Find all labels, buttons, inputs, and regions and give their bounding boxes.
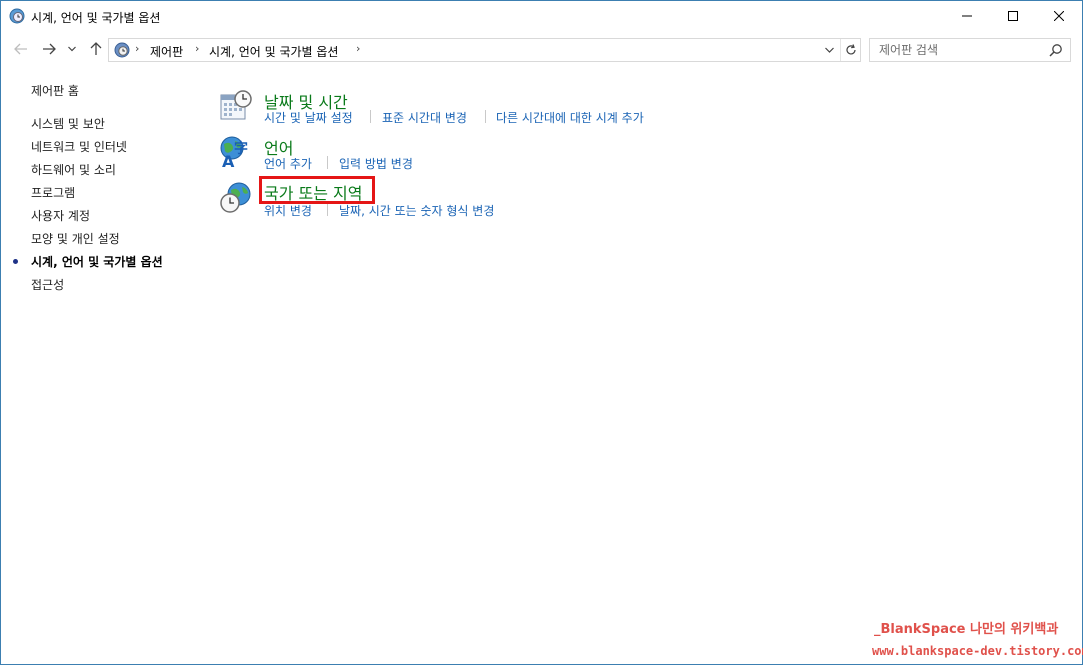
breadcrumb-chevron-icon[interactable]: ›	[135, 42, 139, 55]
search-box[interactable]	[869, 38, 1071, 62]
maximize-button[interactable]	[990, 1, 1036, 31]
search-input[interactable]	[870, 39, 1040, 61]
recent-locations-chevron-icon[interactable]	[65, 40, 79, 58]
breadcrumb-chevron-icon[interactable]: ›	[356, 42, 360, 55]
minimize-button[interactable]	[944, 1, 990, 31]
link-add-language[interactable]: 언어 추가	[264, 155, 312, 172]
sidebar-item-appearance-personalization[interactable]: 모양 및 개인 설정	[31, 230, 120, 247]
clock-globe-icon	[9, 8, 25, 24]
breadcrumb-chevron-icon[interactable]: ›	[195, 42, 199, 55]
sidebar-item-programs[interactable]: 프로그램	[31, 184, 75, 201]
refresh-icon[interactable]	[840, 39, 861, 61]
sidebar-item-ease-of-access[interactable]: 접근성	[31, 276, 64, 293]
up-arrow-icon[interactable]	[87, 40, 105, 58]
breadcrumb-control-panel[interactable]: 제어판	[150, 43, 183, 60]
sidebar-item-clock-language-region: 시계, 언어 및 국가별 옵션	[31, 255, 163, 269]
window-title: 시계, 언어 및 국가별 옵션	[31, 11, 161, 25]
link-set-time-date[interactable]: 시간 및 날짜 설정	[264, 109, 353, 126]
highlight-annotation-box	[259, 176, 375, 204]
language-globe-icon[interactable]: A 字	[219, 135, 253, 171]
sidebar-item-network-internet[interactable]: 네트워크 및 인터넷	[31, 138, 127, 155]
forward-arrow-icon[interactable]	[40, 40, 58, 58]
control-panel-icon	[114, 42, 130, 58]
search-icon[interactable]	[1049, 43, 1063, 57]
calendar-clock-icon[interactable]	[219, 89, 253, 123]
sidebar-item-user-accounts[interactable]: 사용자 계정	[31, 207, 90, 224]
watermark-title: _BlankSpace 나만의 위키백과	[874, 622, 1059, 637]
address-bar[interactable]: › 제어판 › 시계, 언어 및 국가별 옵션 ›	[108, 38, 861, 62]
link-separator	[327, 203, 328, 216]
sidebar-item-system-security[interactable]: 시스템 및 보안	[31, 115, 105, 132]
back-arrow-icon[interactable]	[12, 40, 30, 58]
link-add-clocks-time-zones[interactable]: 다른 시간대에 대한 시계 추가	[496, 109, 644, 126]
link-separator	[370, 110, 371, 123]
sidebar-home-link[interactable]: 제어판 홈	[31, 82, 79, 99]
globe-clock-icon[interactable]	[219, 181, 253, 215]
link-change-time-zone[interactable]: 표준 시간대 변경	[382, 109, 467, 126]
link-change-location[interactable]: 위치 변경	[264, 202, 312, 219]
link-change-input-methods[interactable]: 입력 방법 변경	[339, 155, 413, 172]
title-bar: 시계, 언어 및 국가별 옵션	[1, 1, 1082, 31]
sidebar-item-hardware-sound[interactable]: 하드웨어 및 소리	[31, 161, 116, 178]
svg-text:字: 字	[234, 140, 248, 157]
breadcrumb-clock-language-region[interactable]: 시계, 언어 및 국가별 옵션	[209, 43, 338, 60]
control-panel-window: 시계, 언어 및 국가별 옵션 › 제어판 › 시계, 언어 및 국가별 옵션 …	[0, 0, 1083, 665]
address-dropdown-icon[interactable]	[819, 39, 839, 61]
link-change-date-time-number-formats[interactable]: 날짜, 시간 또는 숫자 형식 변경	[339, 202, 494, 219]
active-item-bullet-icon	[13, 259, 18, 264]
navigation-bar: › 제어판 › 시계, 언어 및 국가별 옵션 ›	[1, 35, 1082, 63]
link-separator	[327, 156, 328, 169]
close-button[interactable]	[1036, 1, 1082, 31]
watermark-url: www.blankspace-dev.tistory.com	[872, 644, 1083, 658]
link-separator	[485, 110, 486, 123]
